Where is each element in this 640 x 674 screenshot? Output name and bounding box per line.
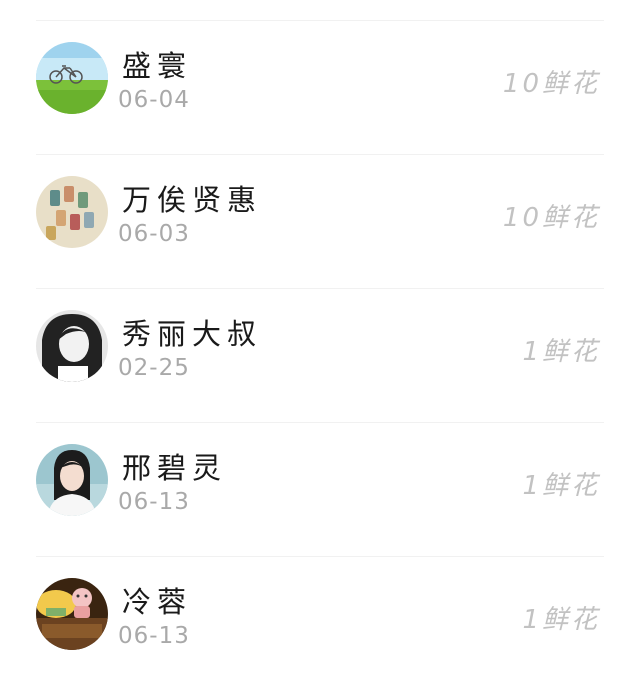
list-item[interactable]: 邢碧灵 06-13 1鲜花 xyxy=(0,423,640,557)
flower-count: 1鲜花 xyxy=(522,471,600,501)
gift-date: 06-13 xyxy=(118,623,190,649)
flower-count: 1鲜花 xyxy=(522,605,600,635)
gift-date: 02-25 xyxy=(118,355,190,381)
gift-record-list: 盛寰 06-04 10鲜花 万俟贤惠 06-03 10鲜花 秀丽大叔 02-25… xyxy=(0,0,640,674)
avatar[interactable] xyxy=(36,444,108,516)
user-name: 邢碧灵 xyxy=(122,451,228,485)
user-name: 万俟贤惠 xyxy=(122,183,263,217)
gift-date: 06-04 xyxy=(118,87,190,113)
list-item[interactable]: 盛寰 06-04 10鲜花 xyxy=(0,21,640,155)
user-name: 盛寰 xyxy=(122,49,193,83)
portrait-girl-icon xyxy=(36,444,108,516)
gift-date: 06-03 xyxy=(118,221,190,247)
gift-date: 06-13 xyxy=(118,489,190,515)
bicycle-meadow-icon xyxy=(36,42,108,114)
avatar[interactable] xyxy=(36,310,108,382)
avatar[interactable] xyxy=(36,42,108,114)
user-name: 冷蓉 xyxy=(122,585,193,619)
list-item[interactable]: 万俟贤惠 06-03 10鲜花 xyxy=(0,155,640,289)
flower-count: 1鲜花 xyxy=(522,337,600,367)
avatar[interactable] xyxy=(36,176,108,248)
user-name: 秀丽大叔 xyxy=(122,317,263,351)
list-item[interactable]: 秀丽大叔 02-25 1鲜花 xyxy=(0,289,640,423)
avatar[interactable] xyxy=(36,578,108,650)
list-item[interactable]: 冷蓉 06-13 1鲜花 xyxy=(0,557,640,674)
cake-toy-icon xyxy=(36,578,108,650)
portrait-bw-icon xyxy=(36,310,108,382)
flower-count: 10鲜花 xyxy=(502,69,600,99)
flower-count: 10鲜花 xyxy=(502,203,600,233)
thread-spools-icon xyxy=(36,176,108,248)
